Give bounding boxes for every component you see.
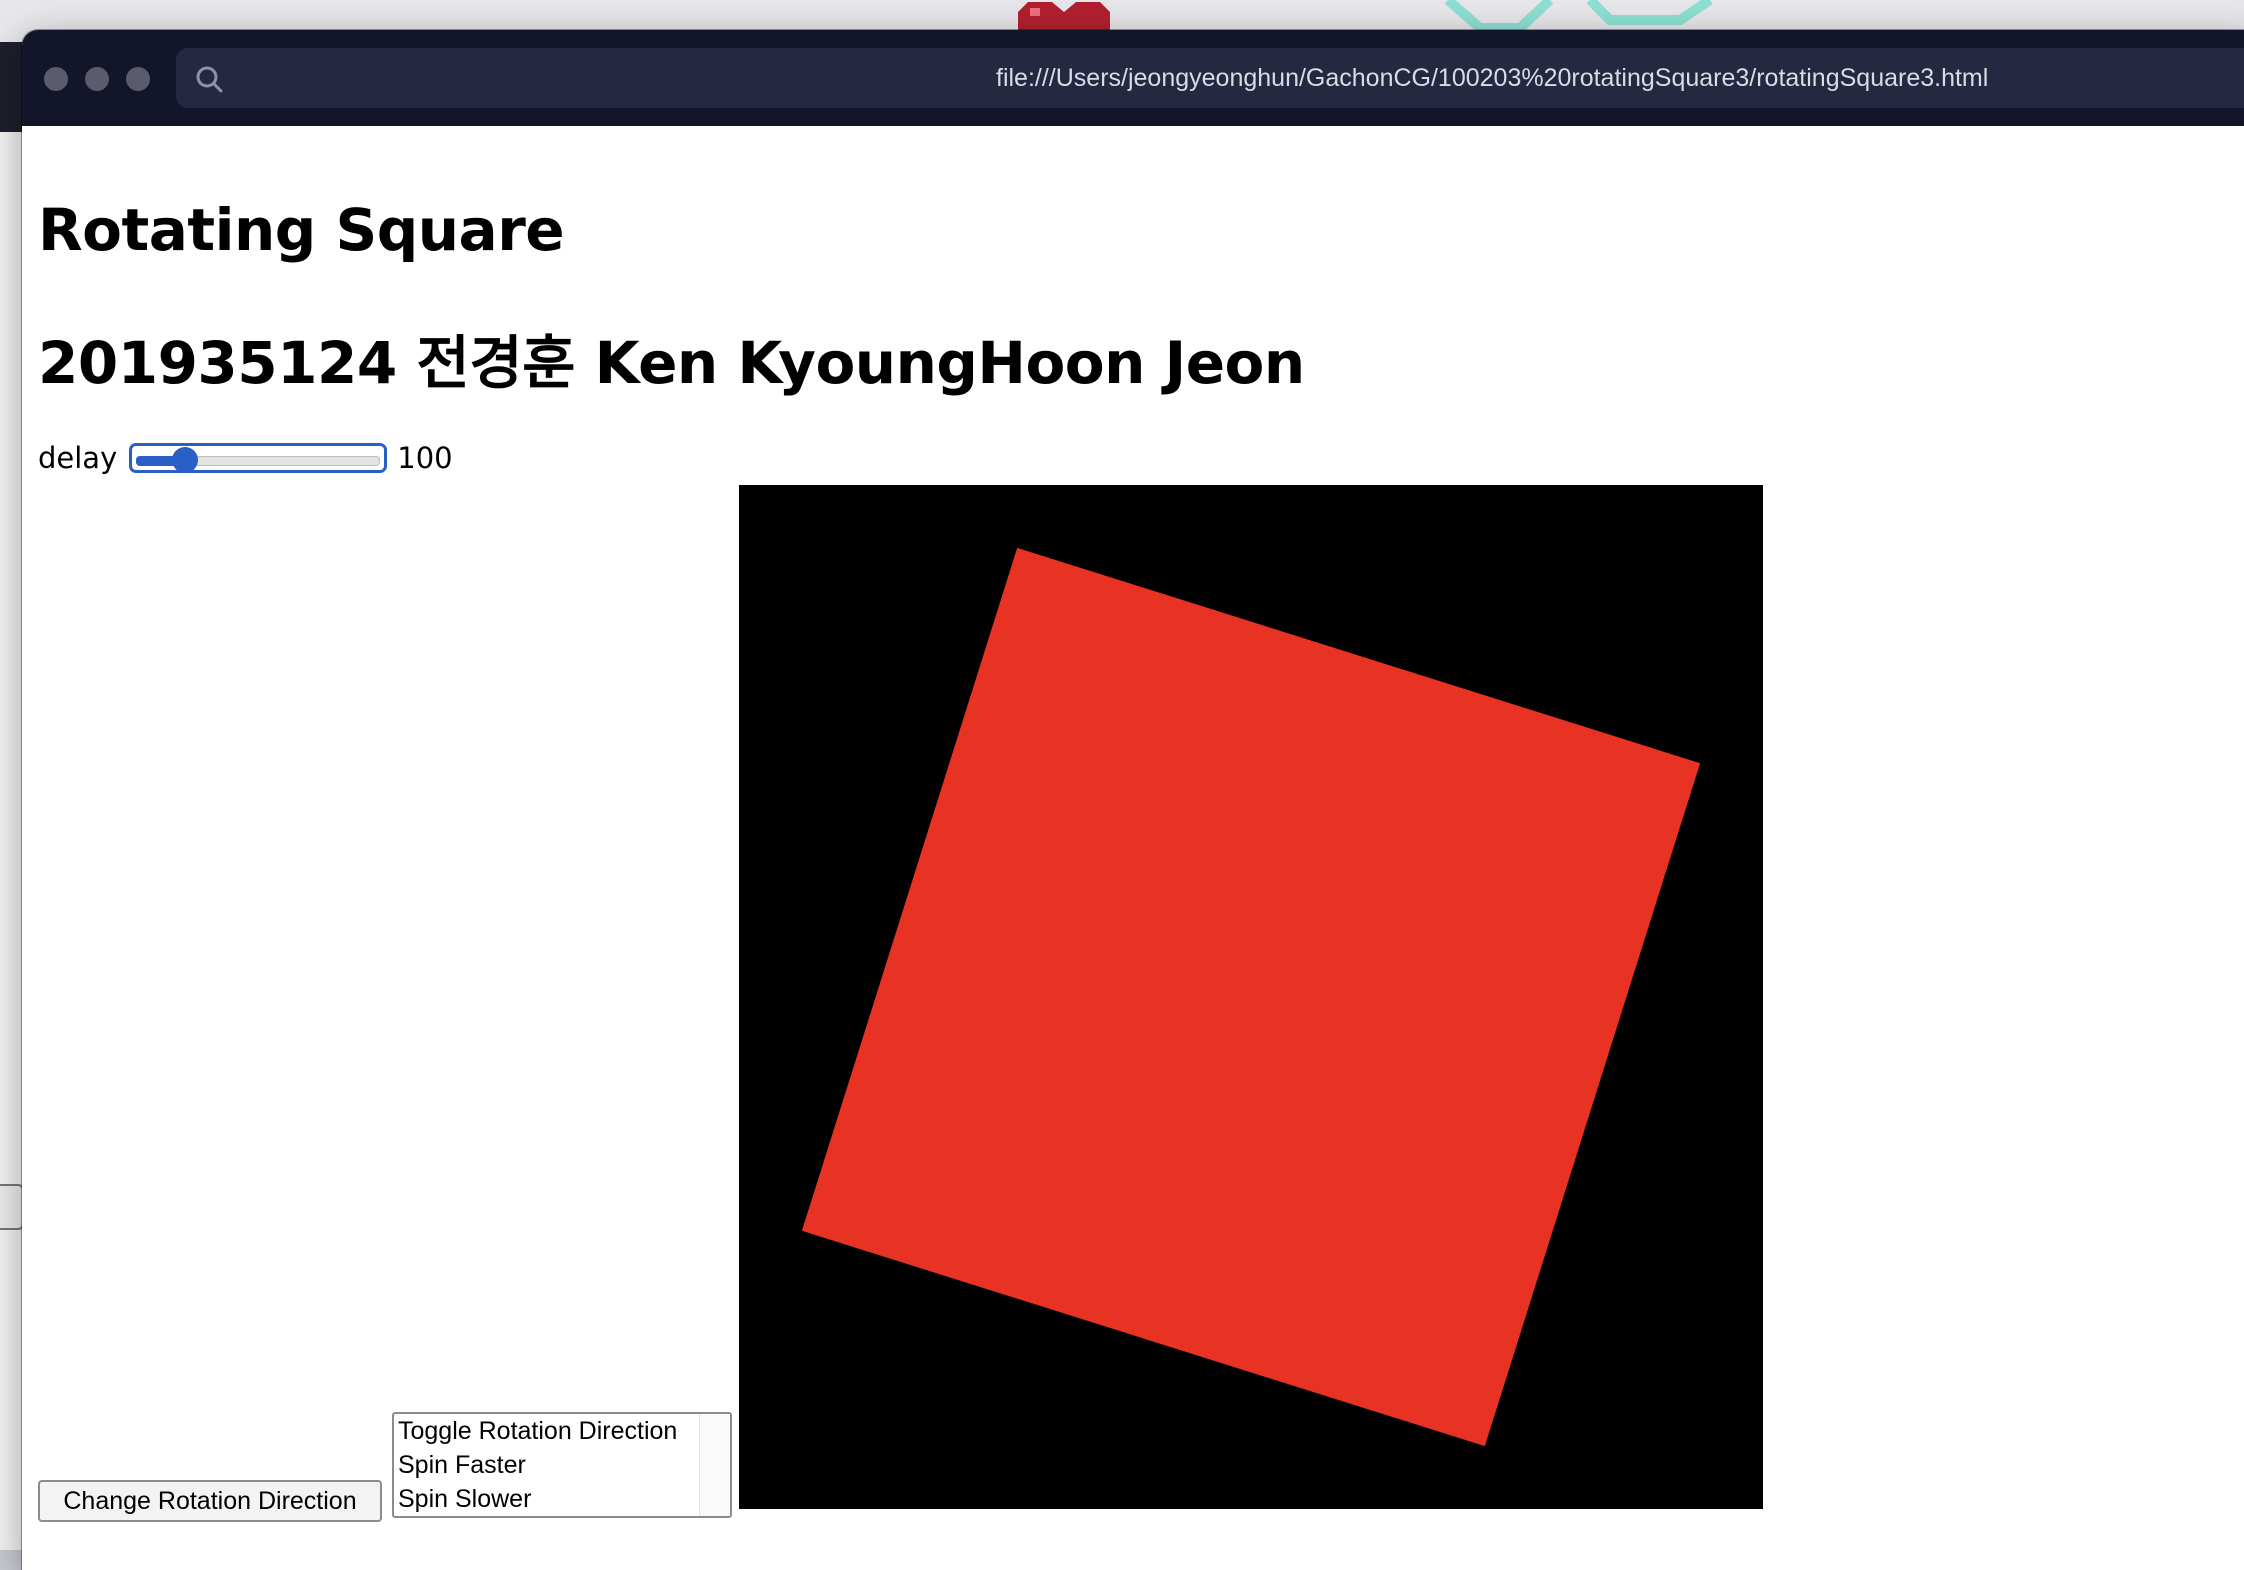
scene-drawing — [739, 485, 1763, 1509]
heart-icon — [1018, 2, 1110, 32]
menu-option-toggle-direction[interactable]: Toggle Rotation Direction — [394, 1414, 730, 1448]
slider-thumb[interactable] — [172, 447, 199, 473]
menu-option-spin-faster[interactable]: Spin Faster — [394, 1448, 730, 1482]
window-controls[interactable] — [44, 67, 150, 91]
page-content: Rotating Square 201935124 전경훈 Ken Kyoung… — [22, 126, 2244, 1570]
delay-value: 100 — [397, 441, 453, 475]
close-window-icon[interactable] — [44, 67, 68, 91]
webgl-canvas — [739, 485, 1763, 1509]
zoom-window-icon[interactable] — [126, 67, 150, 91]
menu-option-spin-slower[interactable]: Spin Slower — [394, 1482, 730, 1516]
delay-control: delay 100 — [38, 438, 453, 478]
page-title: Rotating Square — [38, 196, 565, 264]
title-bar: file:///Users/jeongyeonghun/GachonCG/100… — [22, 30, 2244, 126]
url-text[interactable]: file:///Users/jeongyeonghun/GachonCG/100… — [996, 48, 1988, 108]
page-subtitle: 201935124 전경훈 Ken KyoungHoon Jeon — [38, 329, 1305, 397]
menu-scrollbar[interactable] — [699, 1414, 730, 1516]
browser-window: file:///Users/jeongyeonghun/GachonCG/100… — [22, 30, 2244, 1570]
delay-label: delay — [38, 441, 118, 475]
change-rotation-direction-button[interactable]: Change Rotation Direction — [38, 1480, 382, 1522]
background-decoration-icon — [1444, 0, 1713, 30]
background-window-tab — [0, 1184, 24, 1230]
delay-slider[interactable] — [129, 443, 388, 473]
address-bar[interactable]: file:///Users/jeongyeonghun/GachonCG/100… — [176, 48, 2244, 108]
search-icon — [196, 66, 223, 93]
rotation-menu[interactable]: Toggle Rotation Direction Spin Faster Sp… — [392, 1412, 732, 1518]
minimize-window-icon[interactable] — [85, 67, 109, 91]
